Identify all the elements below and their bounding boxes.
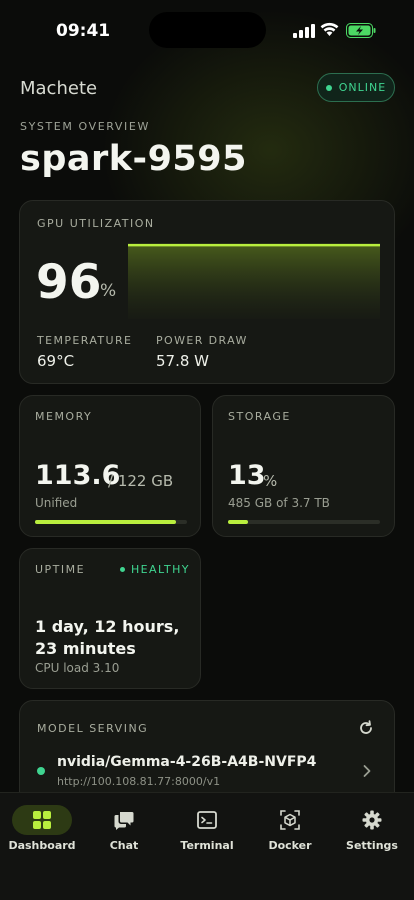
tab-dashboard[interactable]: Dashboard: [2, 805, 82, 861]
tab-terminal-label: Terminal: [180, 839, 234, 852]
gpu-graph-area: [128, 245, 380, 319]
gpu-utilization-unit: %: [100, 281, 117, 301]
health-text: HEALTHY: [131, 563, 190, 576]
section-overline: SYSTEM OVERVIEW: [20, 120, 150, 133]
gear-icon: [342, 805, 402, 835]
storage-usage-fill: [228, 520, 248, 524]
power-draw-label: POWER DRAW: [156, 334, 248, 347]
temperature-label: TEMPERATURE: [37, 334, 133, 347]
health-badge: HEALTHY: [120, 563, 190, 576]
gpu-card-label: GPU UTILIZATION: [37, 217, 155, 230]
memory-usage-fill: [35, 520, 177, 524]
memory-label: MEMORY: [35, 410, 93, 423]
refresh-icon[interactable]: [358, 720, 374, 736]
gpu-utilization-card[interactable]: GPU UTILIZATION 96 % TEMPERATURE 69°C PO…: [19, 200, 395, 384]
cpu-load: CPU load 3.10: [35, 661, 120, 675]
tab-chat-label: Chat: [109, 839, 139, 852]
power-draw-value: 57.8 W: [156, 352, 209, 370]
storage-detail: 485 GB of 3.7 TB: [228, 496, 330, 510]
storage-unit: %: [263, 472, 278, 490]
online-status-badge: ONLINE: [317, 73, 395, 102]
storage-value: 13: [228, 460, 266, 491]
uptime-card[interactable]: UPTIME HEALTHY 1 day, 12 hours, 23 minut…: [19, 548, 201, 689]
tab-settings-label: Settings: [346, 839, 398, 852]
memory-usage-bar: [35, 520, 187, 524]
gpu-utilization-value: 96: [36, 255, 102, 310]
tab-dashboard-label: Dashboard: [8, 839, 76, 852]
memory-type: Unified: [35, 496, 78, 510]
status-time: 09:41: [56, 21, 111, 41]
app-brand: Machete: [20, 78, 98, 99]
tab-terminal[interactable]: Terminal: [167, 805, 247, 861]
uptime-value: 1 day, 12 hours, 23 minutes: [35, 617, 180, 658]
model-name: nvidia/Gemma-4-26B-A4B-NVFP4: [57, 754, 317, 770]
tab-settings[interactable]: Settings: [332, 805, 412, 861]
dynamic-island: [149, 12, 266, 48]
model-serving-label: MODEL SERVING: [37, 722, 149, 735]
chat-icon: [94, 805, 154, 835]
wifi-icon: [320, 22, 339, 36]
online-status-text: ONLINE: [338, 81, 387, 94]
status-dot: [325, 84, 332, 91]
status-bar: 09:41: [0, 0, 414, 56]
tab-docker[interactable]: Docker: [250, 805, 330, 861]
memory-total: / 122 GB: [108, 472, 174, 490]
docker-icon: [260, 805, 320, 835]
memory-card[interactable]: MEMORY 113.6 / 122 GB Unified: [19, 395, 201, 537]
uptime-label: UPTIME: [35, 563, 86, 576]
tab-docker-label: Docker: [268, 839, 312, 852]
model-endpoint-url: http://100.108.81.77:8000/v1: [57, 775, 221, 788]
battery-charging-icon: [346, 23, 376, 38]
temperature-value: 69°C: [37, 352, 75, 370]
storage-card[interactable]: STORAGE 13 % 485 GB of 3.7 TB: [212, 395, 395, 537]
storage-usage-bar: [228, 520, 380, 524]
cellular-signal-icon: [293, 24, 315, 38]
dashboard-icon: [12, 805, 72, 835]
terminal-icon: [177, 805, 237, 835]
model-status-dot: [37, 767, 45, 775]
page-title: spark-9595: [20, 139, 247, 179]
storage-label: STORAGE: [228, 410, 291, 423]
health-dot: [120, 567, 125, 572]
tab-chat[interactable]: Chat: [84, 805, 164, 861]
chevron-right-icon: [363, 765, 371, 777]
tab-bar: Dashboard Chat Terminal Docker Settings: [0, 792, 414, 900]
gpu-utilization-graph: [128, 243, 380, 319]
